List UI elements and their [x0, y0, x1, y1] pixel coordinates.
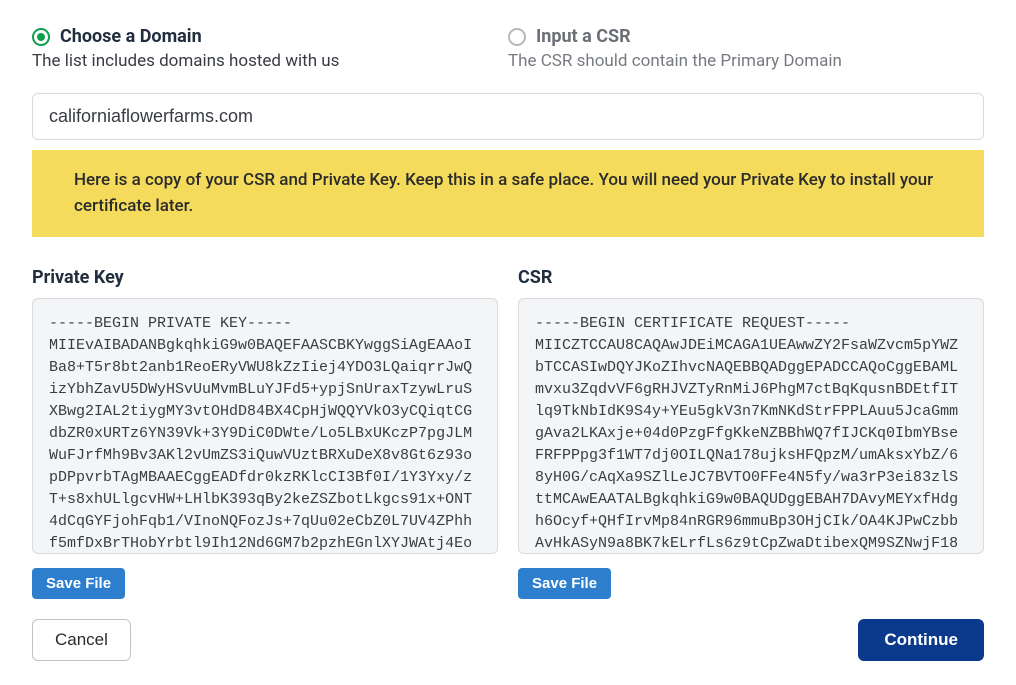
option-choose-domain[interactable]: Choose a Domain The list includes domain… [32, 26, 508, 71]
csr-textarea[interactable]: -----BEGIN CERTIFICATE REQUEST----- MIIC… [518, 298, 984, 554]
csr-column: CSR -----BEGIN CERTIFICATE REQUEST----- … [518, 267, 984, 599]
option-input-csr-sub: The CSR should contain the Primary Domai… [508, 51, 984, 71]
option-choose-domain-sub: The list includes domains hosted with us [32, 51, 508, 71]
domain-input[interactable] [32, 93, 984, 140]
csr-key-notice: Here is a copy of your CSR and Private K… [32, 150, 984, 237]
continue-button[interactable]: Continue [858, 619, 984, 661]
private-key-column: Private Key -----BEGIN PRIVATE KEY----- … [32, 267, 498, 599]
save-csr-button[interactable]: Save File [518, 568, 611, 599]
cancel-button[interactable]: Cancel [32, 619, 131, 661]
radio-input-csr[interactable] [508, 28, 526, 46]
csr-label: CSR [518, 267, 984, 288]
radio-input-csr-label: Input a CSR [536, 26, 631, 47]
private-key-textarea[interactable]: -----BEGIN PRIVATE KEY----- MIIEvAIBADAN… [32, 298, 498, 554]
option-choose-domain-row[interactable]: Choose a Domain [32, 26, 508, 47]
private-key-label: Private Key [32, 267, 498, 288]
domain-method-options: Choose a Domain The list includes domain… [32, 26, 984, 71]
option-input-csr[interactable]: Input a CSR The CSR should contain the P… [508, 26, 984, 71]
radio-choose-domain-label: Choose a Domain [60, 26, 202, 47]
option-input-csr-row[interactable]: Input a CSR [508, 26, 984, 47]
save-private-key-button[interactable]: Save File [32, 568, 125, 599]
footer-actions: Cancel Continue [32, 619, 984, 661]
key-csr-row: Private Key -----BEGIN PRIVATE KEY----- … [32, 267, 984, 599]
radio-choose-domain[interactable] [32, 28, 50, 46]
